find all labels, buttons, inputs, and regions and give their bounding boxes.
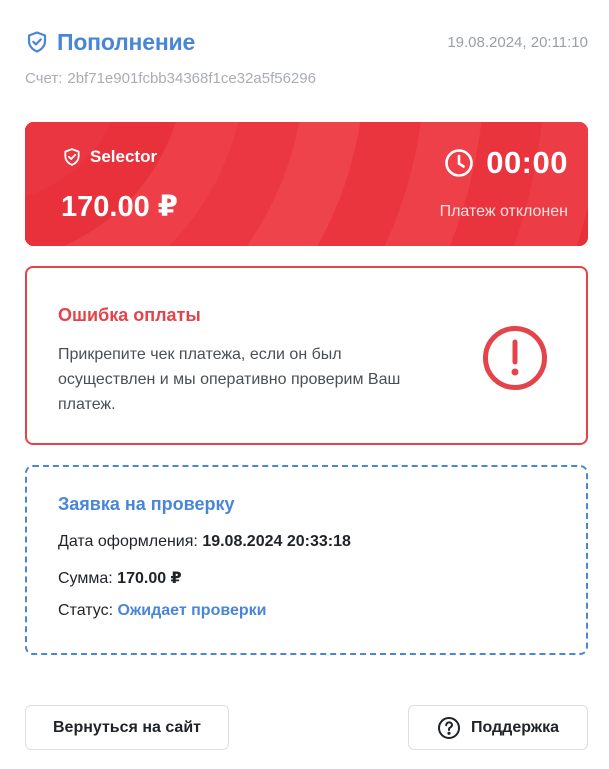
question-circle-icon xyxy=(437,716,461,740)
verification-request-panel: Заявка на проверку Дата оформления: 19.0… xyxy=(25,465,588,655)
request-date-label: Дата оформления: xyxy=(58,533,198,550)
request-sum-value: 170.00 ₽ xyxy=(117,570,182,587)
request-sum-row: Сумма: 170.00 ₽ xyxy=(58,568,182,588)
provider-name: Selector xyxy=(90,147,158,166)
page-title: Пополнение xyxy=(57,28,196,55)
account-id: 2bf71e901fcbb34368f1ce32a5f56296 xyxy=(67,70,316,87)
page-header: Пополнение 19.08.2024, 20:11:10 xyxy=(25,28,588,56)
request-status-row: Статус: Ожидает проверки xyxy=(58,602,266,620)
payment-amount: 170.00 ₽ xyxy=(61,191,178,223)
clock-icon xyxy=(444,148,474,178)
request-status-value: Ожидает проверки xyxy=(117,602,267,619)
shield-check-icon xyxy=(62,146,82,168)
countdown-timer: 00:00 xyxy=(444,145,568,181)
support-label: Поддержка xyxy=(470,718,560,736)
request-date-value: 19.08.2024 20:33:18 xyxy=(202,533,351,550)
provider-badge: Selector xyxy=(62,146,157,168)
datetime: 19.08.2024, 20:11:10 xyxy=(447,33,588,51)
timer-value: 00:00 xyxy=(486,145,568,180)
account-line: Счет: 2bf71e901fcbb34368f1ce32a5f56296 xyxy=(25,70,316,87)
account-label: Счет: xyxy=(25,70,63,87)
back-to-site-button[interactable]: Вернуться на сайт xyxy=(25,705,229,750)
error-title: Ошибка оплаты xyxy=(58,305,201,325)
request-sum-label: Сумма: xyxy=(58,570,113,587)
support-button[interactable]: Поддержка xyxy=(408,705,588,750)
shield-check-icon xyxy=(25,30,49,54)
exclamation-circle-icon xyxy=(482,325,548,391)
request-status-label: Статус: xyxy=(58,602,114,619)
back-to-site-label: Вернуться на сайт xyxy=(52,718,201,736)
error-panel: Ошибка оплаты Прикрепите чек платежа, ес… xyxy=(25,266,588,445)
payment-status: Платеж отклонен xyxy=(439,203,568,220)
error-message: Прикрепите чек платежа, если он был осущ… xyxy=(58,346,401,413)
card-background xyxy=(25,122,588,246)
request-date-row: Дата оформления: 19.08.2024 20:33:18 xyxy=(58,533,351,551)
request-title: Заявка на проверку xyxy=(58,494,235,514)
payment-card: Selector 170.00 ₽ 00:00 Платеж отклонен xyxy=(25,122,588,246)
title-group: Пополнение xyxy=(25,29,195,56)
